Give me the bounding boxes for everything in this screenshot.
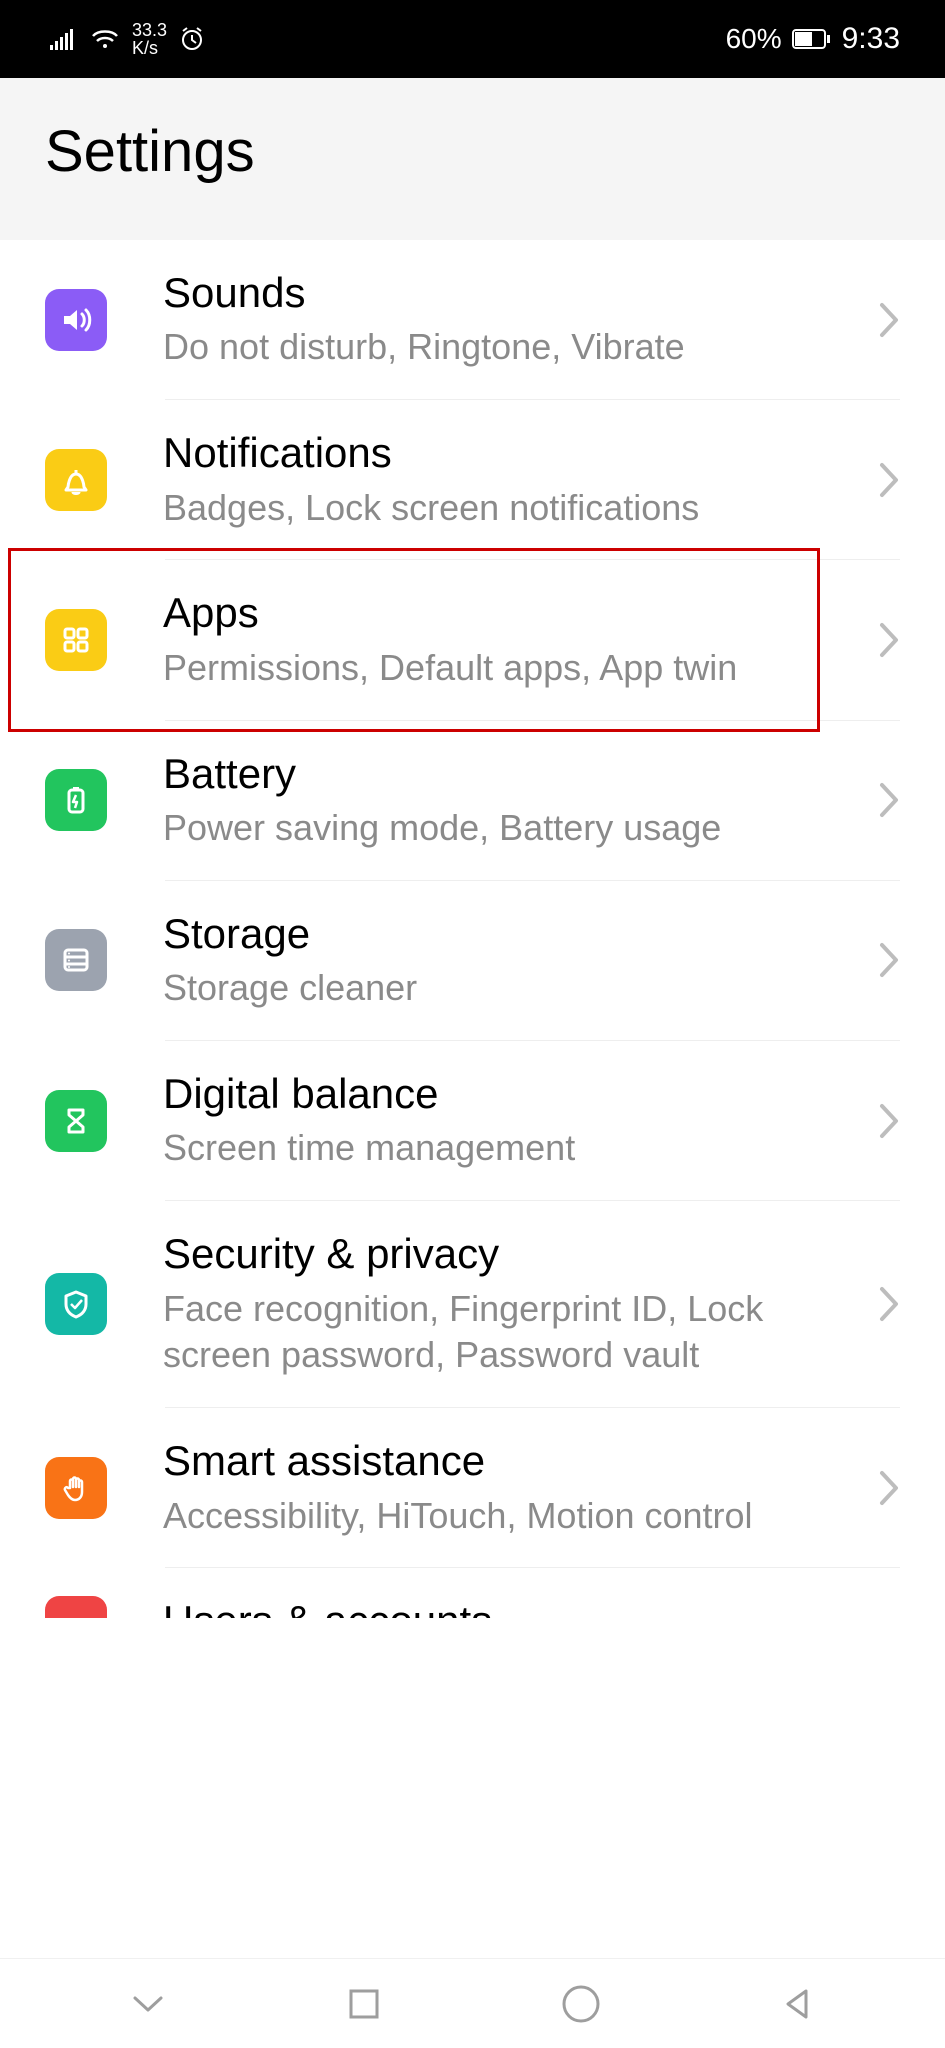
nav-recent-button[interactable]	[256, 1985, 472, 2023]
settings-item-subtitle: Power saving mode, Battery usage	[163, 805, 858, 852]
hand-icon	[45, 1457, 107, 1519]
speed-value: 33.3	[132, 21, 167, 39]
status-time: 9:33	[842, 22, 900, 56]
settings-item-text: Storage Storage cleaner	[163, 909, 878, 1012]
settings-header: Settings	[0, 78, 945, 240]
battery-status-icon	[792, 29, 832, 49]
settings-item-subtitle: Permissions, Default apps, App twin	[163, 645, 858, 692]
settings-item-text: Smart assistance Accessibility, HiTouch,…	[163, 1436, 878, 1539]
storage-icon	[45, 929, 107, 991]
network-speed: 33.3 K/s	[132, 21, 167, 57]
settings-item-apps[interactable]: Apps Permissions, Default apps, App twin	[0, 560, 945, 719]
settings-item-title: Notifications	[163, 428, 858, 478]
battery-percent: 60%	[726, 23, 782, 55]
settings-item-users-accounts[interactable]: Users & accounts	[0, 1568, 945, 1618]
status-bar: 33.3 K/s 60% 9:33	[0, 0, 945, 78]
settings-item-text: Digital balance Screen time management	[163, 1069, 878, 1172]
nav-hide-keyboard[interactable]	[40, 1990, 256, 2018]
alarm-icon	[179, 26, 205, 52]
settings-item-title: Security & privacy	[163, 1229, 858, 1279]
settings-item-title: Apps	[163, 588, 858, 638]
navigation-bar	[0, 1958, 945, 2048]
settings-item-digital-balance[interactable]: Digital balance Screen time management	[0, 1041, 945, 1200]
chevron-right-icon	[878, 1469, 900, 1507]
chevron-right-icon	[878, 301, 900, 339]
chevron-right-icon	[878, 941, 900, 979]
settings-item-storage[interactable]: Storage Storage cleaner	[0, 881, 945, 1040]
status-left: 33.3 K/s	[50, 21, 205, 57]
nav-back-button[interactable]	[689, 1985, 905, 2023]
speed-unit: K/s	[132, 39, 167, 57]
wifi-icon	[90, 27, 120, 51]
settings-item-subtitle: Screen time management	[163, 1125, 858, 1172]
nav-home-button[interactable]	[473, 1983, 689, 2025]
settings-item-battery[interactable]: Battery Power saving mode, Battery usage	[0, 721, 945, 880]
settings-item-subtitle: Face recognition, Fingerprint ID, Lock s…	[163, 1286, 858, 1380]
settings-item-title: Battery	[163, 749, 858, 799]
settings-item-title: Storage	[163, 909, 858, 959]
apps-icon	[45, 609, 107, 671]
settings-item-sounds[interactable]: Sounds Do not disturb, Ringtone, Vibrate	[0, 240, 945, 399]
settings-item-subtitle: Storage cleaner	[163, 965, 858, 1012]
settings-item-text: Users & accounts	[163, 1596, 900, 1618]
settings-item-security[interactable]: Security & privacy Face recognition, Fin…	[0, 1201, 945, 1407]
chevron-right-icon	[878, 1285, 900, 1323]
users-icon	[45, 1596, 107, 1618]
settings-item-subtitle: Do not disturb, Ringtone, Vibrate	[163, 324, 858, 371]
settings-item-text: Battery Power saving mode, Battery usage	[163, 749, 878, 852]
chevron-right-icon	[878, 621, 900, 659]
chevron-right-icon	[878, 461, 900, 499]
chevron-right-icon	[878, 1102, 900, 1140]
settings-list: Sounds Do not disturb, Ringtone, Vibrate…	[0, 240, 945, 1618]
settings-item-subtitle: Badges, Lock screen notifications	[163, 485, 858, 532]
settings-item-smart-assistance[interactable]: Smart assistance Accessibility, HiTouch,…	[0, 1408, 945, 1567]
chevron-right-icon	[878, 781, 900, 819]
signal-icon	[50, 28, 78, 50]
hourglass-icon	[45, 1090, 107, 1152]
settings-item-text: Sounds Do not disturb, Ringtone, Vibrate	[163, 268, 878, 371]
settings-item-text: Security & privacy Face recognition, Fin…	[163, 1229, 878, 1379]
shield-icon	[45, 1273, 107, 1335]
battery-icon	[45, 769, 107, 831]
bell-icon	[45, 449, 107, 511]
page-title: Settings	[45, 118, 900, 185]
status-right: 60% 9:33	[726, 22, 900, 56]
settings-item-notifications[interactable]: Notifications Badges, Lock screen notifi…	[0, 400, 945, 559]
settings-item-title: Smart assistance	[163, 1436, 858, 1486]
settings-item-subtitle: Accessibility, HiTouch, Motion control	[163, 1493, 858, 1540]
settings-item-title: Users & accounts	[163, 1596, 880, 1618]
settings-item-text: Notifications Badges, Lock screen notifi…	[163, 428, 878, 531]
settings-item-title: Digital balance	[163, 1069, 858, 1119]
settings-item-text: Apps Permissions, Default apps, App twin	[163, 588, 878, 691]
volume-icon	[45, 289, 107, 351]
settings-item-title: Sounds	[163, 268, 858, 318]
